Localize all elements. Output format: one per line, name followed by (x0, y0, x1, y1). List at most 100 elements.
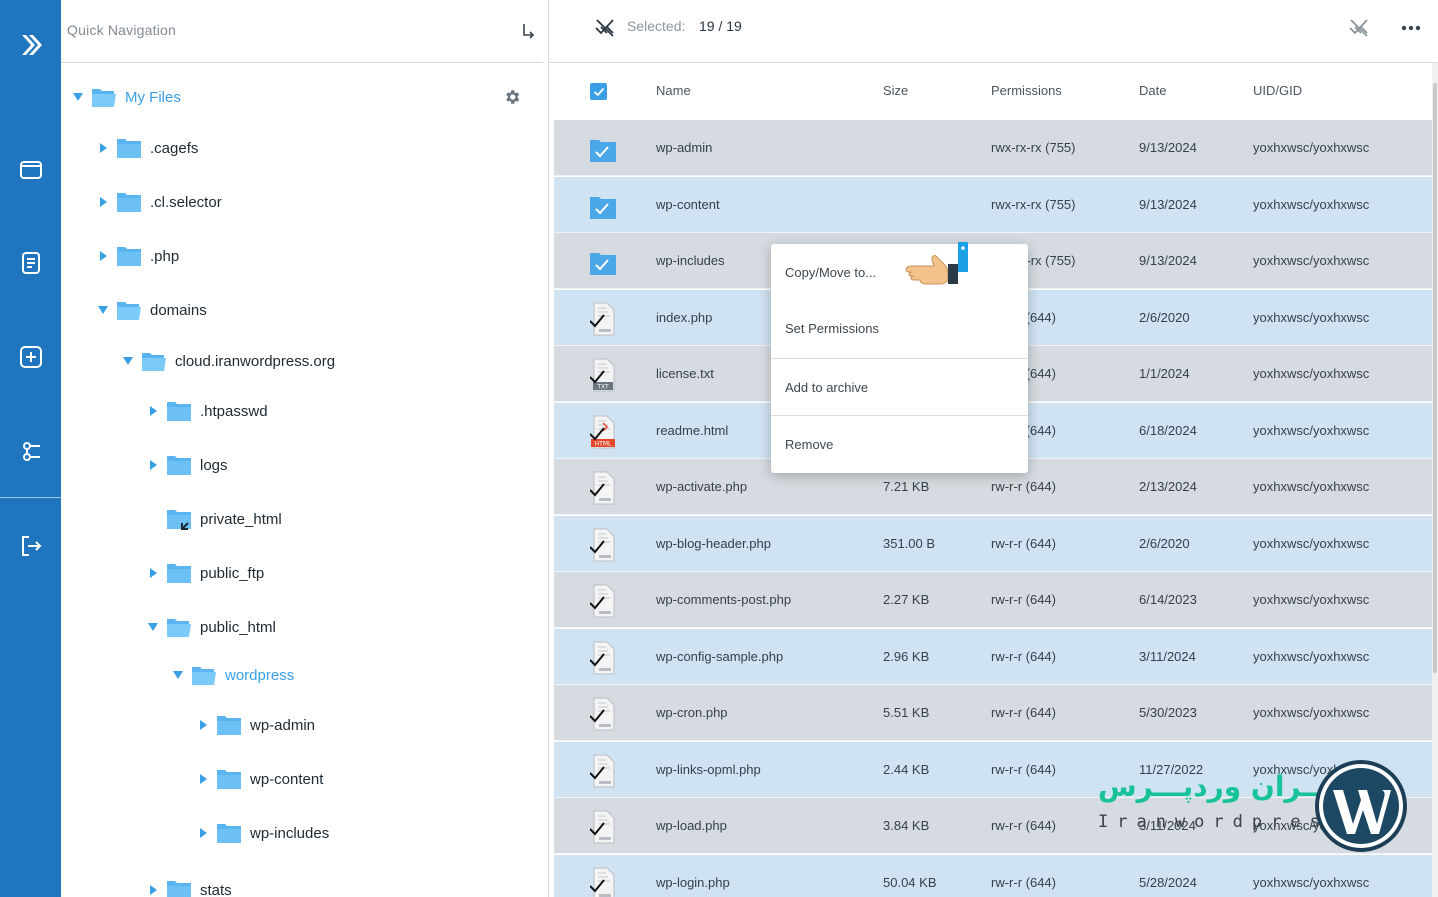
file-checked-icon[interactable] (589, 697, 616, 731)
caret-down-icon[interactable] (171, 668, 185, 682)
file-checked-icon[interactable] (589, 528, 616, 562)
file-checked-icon[interactable] (589, 810, 616, 844)
file-name: wp-includes (656, 253, 725, 268)
tree-node-stats[interactable]: stats (146, 875, 232, 897)
select-all-checkbox[interactable] (590, 83, 607, 100)
file-size: 2.27 KB (883, 592, 930, 607)
folder-icon (167, 564, 191, 583)
column-name[interactable]: Name (656, 83, 691, 98)
tree-node-label: .htpasswd (200, 402, 268, 420)
tree-node-private-html[interactable]: private_html (146, 504, 282, 534)
tree-node-wordpress[interactable]: wordpress (171, 660, 294, 690)
file-checked-icon[interactable] (589, 754, 616, 788)
menu-item-remove[interactable]: Remove (771, 415, 1028, 471)
folder-icon (192, 667, 216, 685)
scroll-thumb[interactable] (1433, 83, 1437, 673)
file-uid-gid: yoxhxwsc/yoxhxwsc (1253, 253, 1370, 268)
menu-item-set-permissions[interactable]: Set Permissions (771, 300, 1028, 356)
tree-node-public-html[interactable]: public_html (146, 612, 276, 642)
table-row[interactable]: wp-admin rwx-rx-rx (755) 9/13/2024 yoxhxwsc… (554, 120, 1432, 176)
caret-right-icon[interactable] (146, 566, 160, 580)
tree-node-domains[interactable]: domains (96, 295, 207, 325)
file-date: 5/28/2024 (1139, 875, 1197, 890)
file-checked-icon[interactable]: HTML (589, 415, 616, 449)
file-name: wp-config-sample.php (656, 649, 784, 664)
folder-icon[interactable] (0, 146, 61, 192)
document-icon[interactable] (0, 240, 61, 286)
caret-down-icon[interactable] (96, 303, 110, 317)
file-checked-icon[interactable] (589, 641, 616, 675)
file-name: wp-activate.php (656, 479, 748, 494)
column-date[interactable]: Date (1139, 83, 1166, 98)
file-permissions: rw-r-r (644) (991, 762, 1056, 777)
plus-icon[interactable] (0, 334, 61, 380)
tree-node-label: private_html (200, 510, 282, 528)
nodes-icon[interactable] (0, 428, 61, 474)
table-row[interactable]: wp-blog-header.php 351.00 B rw-r-r (644) 2/… (554, 516, 1432, 572)
caret-right-icon[interactable] (196, 718, 210, 732)
file-name: wp-comments-post.php (656, 592, 792, 607)
tree-node-wp-includes[interactable]: wp-includes (196, 818, 329, 848)
menu-item-label: Remove (785, 437, 834, 452)
file-name: wp-cron.php (656, 705, 728, 720)
caret-right-icon[interactable] (146, 404, 160, 418)
tree-node-cloud-iranwordpress-org[interactable]: cloud.iranwordpress.org (121, 346, 335, 376)
select-toggle-icon[interactable] (1347, 16, 1371, 40)
table-row[interactable]: wp-login.php 50.04 KB rw-r-r (644) 5/28/202… (554, 855, 1432, 897)
tree-node-php[interactable]: .php (96, 241, 179, 271)
caret-right-icon[interactable] (196, 772, 210, 786)
menu-item-copy-move[interactable]: Copy/Move to... (771, 244, 1028, 300)
tree-node-my-files[interactable]: My Files (71, 82, 181, 112)
table-row[interactable]: wp-cron.php 5.51 KB rw-r-r (644) 5/30/2023 y… (554, 685, 1432, 741)
table-row[interactable]: wp-content rwx-rx-rx (755) 9/13/2024 yoxhxw… (554, 177, 1432, 233)
file-name: wp-login.php (656, 875, 730, 890)
caret-down-icon[interactable] (121, 354, 135, 368)
scrollbar[interactable] (1432, 63, 1438, 897)
gear-icon[interactable] (503, 88, 521, 106)
tree-node-label: .cl.selector (150, 193, 222, 211)
column-size[interactable]: Size (883, 83, 908, 98)
tree-node-label: .php (150, 247, 180, 265)
logout-icon[interactable] (0, 523, 61, 569)
table-row[interactable]: wp-config-sample.php 2.96 KB rw-r-r (644) 3… (554, 629, 1432, 685)
file-checked-icon[interactable] (589, 471, 616, 505)
tree-node-public-ftp[interactable]: public_ftp (146, 558, 264, 588)
tree-node-logs[interactable]: logs (146, 450, 228, 480)
file-permissions: rwx-rx-rx (755) (991, 197, 1076, 212)
file-date: 9/13/2024 (1139, 253, 1197, 268)
menu-item-add-to-archive[interactable]: Add to archive (771, 358, 1028, 414)
file-date: 9/13/2024 (1139, 140, 1197, 155)
file-checked-icon[interactable] (589, 867, 616, 897)
tree-node-wp-admin[interactable]: wp-admin (196, 710, 315, 740)
folder-icon (117, 193, 141, 212)
caret-right-icon[interactable] (146, 883, 160, 897)
caret-right-icon[interactable] (146, 458, 160, 472)
deselect-all-icon[interactable] (593, 16, 617, 40)
file-name: wp-content (656, 197, 720, 212)
folder-checked-icon[interactable] (590, 132, 616, 166)
caret-right-icon[interactable] (196, 826, 210, 840)
tree-node-cagefs[interactable]: .cagefs (96, 133, 198, 163)
caret-right-icon[interactable] (96, 195, 110, 209)
tree-node-wp-content[interactable]: wp-content (196, 764, 323, 794)
folder-checked-icon[interactable] (590, 189, 616, 223)
column-uid-gid[interactable]: UID/GID (1253, 83, 1302, 98)
caret-right-icon[interactable] (96, 141, 110, 155)
caret-down-icon[interactable] (71, 90, 85, 104)
ellipsis-icon[interactable] (1399, 18, 1423, 38)
file-checked-icon[interactable] (589, 302, 616, 336)
column-permissions[interactable]: Permissions (991, 83, 1062, 98)
caret-down-icon[interactable] (146, 620, 160, 634)
file-checked-icon[interactable]: TXT (589, 358, 616, 392)
caret-right-icon[interactable] (96, 249, 110, 263)
chevron-logo-icon[interactable] (0, 22, 61, 68)
tree-node-cl-selector[interactable]: .cl.selector (96, 187, 222, 217)
context-menu: Copy/Move to... Set Permissions Add to a… (771, 244, 1028, 473)
table-row[interactable]: wp-comments-post.php 2.27 KB rw-r-r (644) 6… (554, 572, 1432, 628)
folder-checked-icon[interactable] (590, 245, 616, 279)
file-name: wp-links-opml.php (656, 762, 761, 777)
file-permissions: rw-r-r (644) (991, 649, 1056, 664)
enter-arrow-icon[interactable] (519, 20, 537, 42)
file-checked-icon[interactable] (589, 584, 616, 618)
tree-node-htpasswd[interactable]: .htpasswd (146, 396, 268, 426)
